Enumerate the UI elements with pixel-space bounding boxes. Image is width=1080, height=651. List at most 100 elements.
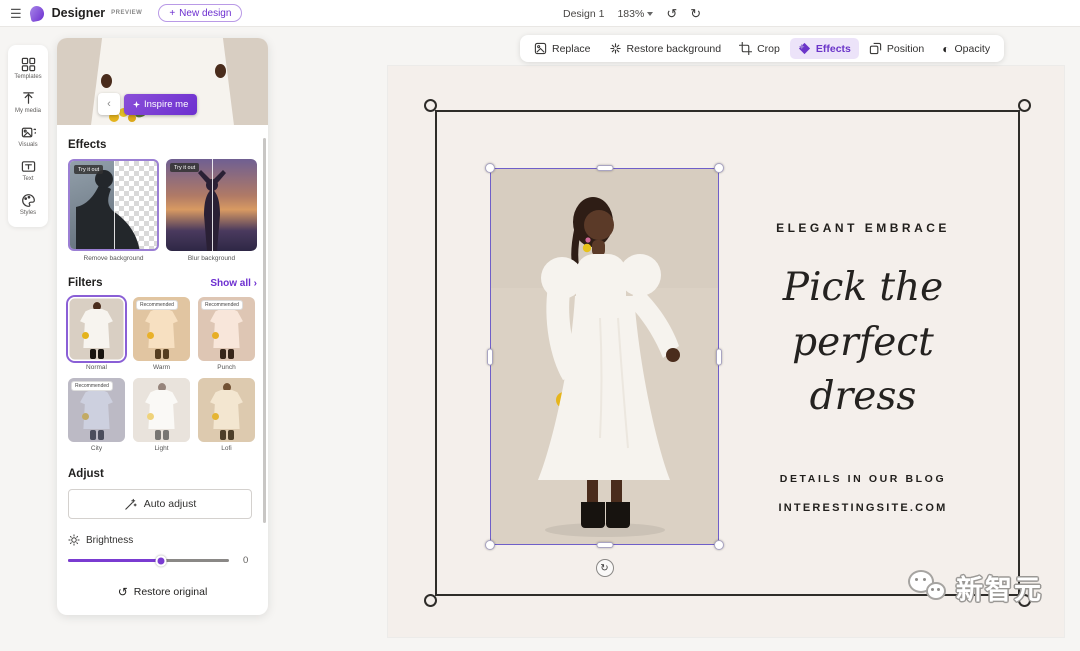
woman-in-white-dress-photo xyxy=(490,168,719,545)
wechat-bubbles-icon xyxy=(908,570,950,606)
brightness-value: 0 xyxy=(243,555,248,566)
filter-label: Warm xyxy=(133,364,190,371)
man-silhouette xyxy=(70,161,159,251)
rotate-handle[interactable]: ↻ xyxy=(596,559,614,577)
show-all-filters-link[interactable]: Show all › xyxy=(210,278,257,289)
replace-button[interactable]: Replace xyxy=(526,38,599,59)
filter-thumbnail: Recommended xyxy=(133,297,190,361)
filters-header-row: Filters Show all › xyxy=(68,277,257,289)
filter-label: Normal xyxy=(68,364,125,371)
blur-background-thumbnail: Try it out xyxy=(166,159,257,251)
filter-punch[interactable]: Recommended Punch xyxy=(198,297,255,371)
sidebar-label-styles: Styles xyxy=(20,210,36,216)
redo-button[interactable]: ↻ xyxy=(690,7,701,20)
selected-image-preview: ‹ Inspire me xyxy=(57,38,268,125)
resize-handle-top-right[interactable] xyxy=(714,163,724,173)
frame-corner-loop xyxy=(1018,99,1031,112)
recommended-badge: Recommended xyxy=(71,381,113,391)
auto-adjust-button[interactable]: Auto adjust xyxy=(68,489,252,519)
styles-icon xyxy=(21,193,36,208)
sidebar-item-styles[interactable]: Styles xyxy=(8,188,48,222)
restore-icon: ↺ xyxy=(118,586,128,598)
sidebar-label-templates: Templates xyxy=(14,74,41,80)
design-text-block[interactable]: ELEGANT EMBRACE Pick the perfect dress D… xyxy=(740,221,986,514)
watermark: 新智元 xyxy=(908,568,1043,607)
design-details-text[interactable]: DETAILS IN OUR BLOG xyxy=(740,473,986,485)
restore-background-label: Restore background xyxy=(627,43,722,55)
frame-corner-loop xyxy=(424,594,437,607)
restore-background-button[interactable]: Restore background xyxy=(601,38,730,59)
selected-photo[interactable]: ↻ xyxy=(490,168,719,545)
before-after-divider xyxy=(114,161,115,249)
collapse-panel-button[interactable]: ‹ xyxy=(98,93,120,115)
design-website-text[interactable]: INTERESTINGSITE.COM xyxy=(740,502,986,514)
brightness-slider[interactable] xyxy=(68,559,229,562)
position-label: Position xyxy=(887,43,924,55)
filter-label: Punch xyxy=(198,364,255,371)
slider-fill xyxy=(68,559,161,562)
visuals-icon xyxy=(21,125,36,140)
effects-label: Effects xyxy=(816,43,851,55)
upload-icon xyxy=(21,91,36,106)
inspire-me-button[interactable]: Inspire me xyxy=(124,94,197,115)
undo-button[interactable]: ↺ xyxy=(666,7,677,20)
preview-hand-right xyxy=(215,64,226,78)
resize-handle-left[interactable] xyxy=(487,348,493,365)
hamburger-menu-icon[interactable]: ☰ xyxy=(10,7,22,20)
replace-label: Replace xyxy=(552,43,591,55)
left-icon-rail: Templates My media Visuals Text Styles xyxy=(8,45,48,227)
sidebar-item-visuals[interactable]: Visuals xyxy=(8,120,48,154)
zoom-level-dropdown[interactable]: 183% xyxy=(617,8,653,20)
effect-remove-background[interactable]: Try it out Remove background xyxy=(68,159,159,262)
preview-hand-left xyxy=(101,74,112,88)
design-heading-text[interactable]: ELEGANT EMBRACE xyxy=(740,221,986,235)
sidebar-label-text: Text xyxy=(22,176,33,182)
resize-handle-bottom-right[interactable] xyxy=(714,540,724,550)
opacity-label: Opacity xyxy=(954,43,990,55)
resize-handle-bottom-left[interactable] xyxy=(485,540,495,550)
replace-image-icon xyxy=(534,42,547,55)
text-icon xyxy=(21,159,36,174)
sidebar-item-text[interactable]: Text xyxy=(8,154,48,188)
design-canvas[interactable]: ↻ ELEGANT EMBRACE Pick the perfect dress… xyxy=(388,66,1064,637)
opacity-button[interactable]: ◐ Opacity xyxy=(934,38,998,59)
filter-thumbnail: Recommended xyxy=(68,378,125,442)
resize-handle-top[interactable] xyxy=(596,165,613,171)
remove-background-thumbnail: Try it out xyxy=(68,159,159,251)
effect-label: Remove background xyxy=(68,255,159,262)
design-script-text[interactable]: Pick the perfect dress xyxy=(740,261,986,425)
filter-warm[interactable]: Recommended Warm xyxy=(133,297,190,371)
resize-handle-top-left[interactable] xyxy=(485,163,495,173)
crop-button[interactable]: Crop xyxy=(731,38,788,59)
effects-cards-row: Try it out Remove background Try it out … xyxy=(68,159,257,262)
resize-handle-right[interactable] xyxy=(716,348,722,365)
brightness-label: Brightness xyxy=(86,535,133,546)
panel-scrollbar[interactable] xyxy=(263,138,266,523)
filter-light[interactable]: Light xyxy=(133,378,190,452)
effects-button[interactable]: Effects xyxy=(790,38,859,59)
sidebar-label-visuals: Visuals xyxy=(18,142,37,148)
brightness-slider-thumb[interactable] xyxy=(156,555,167,566)
effect-label: Blur background xyxy=(166,255,257,262)
preview-badge: PREVIEW xyxy=(111,10,142,16)
new-design-button[interactable]: + New design xyxy=(158,4,242,22)
effect-blur-background[interactable]: Try it out Blur background xyxy=(166,159,257,262)
brightness-slider-row: 0 xyxy=(68,555,257,566)
sidebar-item-my-media[interactable]: My media xyxy=(8,86,48,120)
recommended-badge: Recommended xyxy=(201,300,243,310)
position-button[interactable]: Position xyxy=(861,38,932,59)
filters-grid: Normal Recommended Warm Recommended Punc… xyxy=(68,297,257,452)
templates-icon xyxy=(21,57,36,72)
crop-icon xyxy=(739,42,752,55)
inspire-me-label: Inspire me xyxy=(144,99,188,110)
resize-handle-bottom[interactable] xyxy=(596,542,613,548)
top-bar: ☰ Designer PREVIEW + New design Design 1… xyxy=(0,0,1080,27)
filter-label: City xyxy=(68,445,125,452)
filter-normal[interactable]: Normal xyxy=(68,297,125,371)
sidebar-item-templates[interactable]: Templates xyxy=(8,52,48,86)
filter-lofi[interactable]: Lofi xyxy=(198,378,255,452)
restore-original-button[interactable]: ↺ Restore original xyxy=(118,586,208,598)
sidebar-label-my-media: My media xyxy=(15,108,41,114)
filter-city[interactable]: Recommended City xyxy=(68,378,125,452)
effects-icon xyxy=(798,42,811,55)
